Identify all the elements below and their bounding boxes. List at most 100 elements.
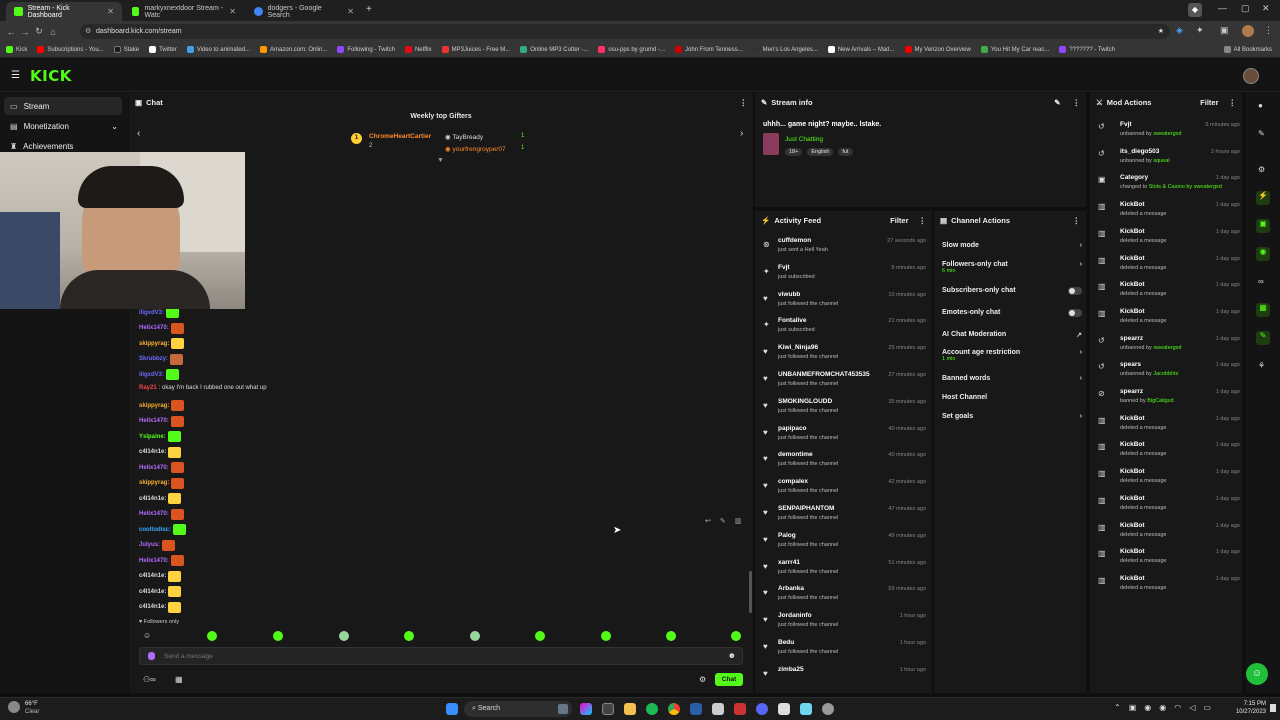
link-icon[interactable]: ∞ (1258, 277, 1264, 286)
mod-action-target[interactable]: KickBot (1120, 441, 1145, 448)
emote-icon[interactable] (404, 631, 414, 641)
gifter-name[interactable]: ◉ yourfrengroyper07 (445, 145, 506, 153)
chat-username[interactable]: iligxdV3: (139, 310, 164, 316)
weather-icon[interactable] (8, 701, 20, 713)
clock-time[interactable]: 7:15 PM (1236, 701, 1266, 707)
chat-username[interactable]: c4l14n1e: (139, 449, 166, 455)
activity-username[interactable]: Arbanka (778, 585, 804, 592)
mod-action-target[interactable]: Fvjt (1120, 121, 1132, 128)
mod-action-target[interactable]: KickBot (1120, 308, 1145, 315)
chat-username[interactable]: Helix1470: (139, 558, 169, 564)
more-options-icon[interactable]: ⋮ (1073, 216, 1081, 225)
mod-action-target[interactable]: spearrz (1120, 335, 1143, 342)
app-icon[interactable] (712, 703, 724, 715)
activity-username[interactable]: Jordaninfo (778, 612, 812, 619)
activity-item[interactable]: ⊗ cuffdemon just sent a Hell Yeah 27 second… (761, 237, 926, 263)
tab-stream-watch[interactable]: markyxnextdoor Stream - Watc ✕ (124, 2, 244, 21)
chat-username[interactable]: skippyrag: (139, 341, 169, 347)
emote-icon[interactable] (666, 631, 676, 641)
close-icon[interactable]: ✕ (229, 7, 236, 16)
share-icon[interactable]: ⚘ (1258, 361, 1265, 370)
app-icon[interactable] (734, 703, 746, 715)
channel-action-item[interactable]: Banned words › (942, 375, 1082, 382)
maximize-icon[interactable]: ▢ (1241, 3, 1250, 14)
bookmark-item[interactable]: New Arrivals – Mad... (827, 46, 895, 53)
chat-username[interactable]: Helix1470: (139, 511, 169, 517)
bookmark-item[interactable]: Subscriptions - You... (37, 46, 104, 53)
chat-input[interactable] (164, 650, 714, 663)
profile-avatar-icon[interactable] (1242, 25, 1254, 37)
support-chat-icon[interactable]: ☺ (1246, 663, 1268, 685)
new-tab-plus-icon[interactable]: + (366, 4, 372, 15)
chat-username[interactable]: Julyus: (139, 542, 160, 548)
emoji-icon[interactable]: ☻ (728, 651, 736, 660)
activity-username[interactable]: compalex (778, 478, 808, 485)
toggle-switch[interactable] (1068, 309, 1082, 317)
activity-item[interactable]: ✦ Fontalive just subscribed 21 minutes ago (761, 317, 926, 343)
bookmark-item[interactable]: ??????? - Twitch (1059, 46, 1115, 53)
back-arrow-icon[interactable]: ← (4, 27, 18, 37)
activity-username[interactable]: Fontalive (778, 317, 807, 324)
filter-button[interactable]: Filter (1200, 98, 1218, 107)
bookmark-item[interactable]: osu-pps by grumd -... (598, 46, 665, 53)
mod-action-target[interactable]: KickBot (1120, 495, 1145, 502)
delete-icon[interactable]: ▥ (735, 517, 742, 525)
gifter-name[interactable]: ◉ TayBready (445, 133, 483, 141)
bookmark-star-icon[interactable]: ★ (1158, 24, 1164, 39)
mod-action-target[interactable]: KickBot (1120, 522, 1145, 529)
all-bookmarks[interactable]: All Bookmarks (1223, 46, 1272, 53)
mod-action-actor[interactable]: Slots & Casino by sweatergxd (1149, 184, 1222, 190)
channel-action-item[interactable]: AI Chat Moderation ↗ (942, 331, 1082, 339)
reload-icon[interactable]: ↻ (32, 26, 46, 37)
mod-action-target[interactable]: KickBot (1120, 281, 1145, 288)
activity-username[interactable]: xarrr41 (778, 559, 800, 566)
bookmark-item[interactable]: Video to animated... (186, 46, 250, 53)
activity-item[interactable]: ♥ SMOKINGLOUDD just followed the channel 35… (761, 398, 926, 424)
chat-tools-icon[interactable]: ⚇∞ (143, 675, 156, 684)
emote-icon[interactable] (535, 631, 545, 641)
calendar-icon[interactable]: ▦ (175, 675, 183, 684)
bookmark-item[interactable]: You Hit My Car reac... (980, 46, 1049, 53)
weather-desc[interactable]: Clear (25, 709, 39, 715)
bookmark-item[interactable]: Online MP3 Cutter -... (520, 46, 588, 53)
emote-icon[interactable] (207, 631, 217, 641)
activity-username[interactable]: Kiwi_Ninja96 (778, 344, 818, 351)
emote-icon[interactable] (470, 631, 480, 641)
activity-item[interactable]: ♥ Arbanka just followed the channel 59 minu… (761, 585, 926, 611)
bookmark-item[interactable]: Following - Twitch (337, 46, 395, 53)
clock-date[interactable]: 10/27/2023 (1230, 709, 1266, 715)
activity-item[interactable]: ♥ viwubb just followed the channel 10 minut… (761, 291, 926, 317)
chat-username[interactable]: skippyrag: (139, 480, 169, 486)
chat-username[interactable]: Helix1470: (139, 418, 169, 424)
mod-action-actor[interactable]: sweatergxd (1153, 131, 1181, 137)
site-info-icon[interactable]: ⚙ (85, 24, 91, 39)
more-options-icon[interactable]: ⋮ (919, 216, 927, 225)
emote-icon[interactable] (601, 631, 611, 641)
gifters-next-arrow-icon[interactable]: › (740, 128, 743, 139)
activity-item[interactable]: ♥ Jordaninfo just followed the channel 1 ho… (761, 612, 926, 638)
mod-action-target[interactable]: KickBot (1120, 575, 1145, 582)
activity-username[interactable]: UNBANMEFROMCHAT453535 (778, 371, 870, 378)
extensions-puzzle-icon[interactable]: ✦ (1196, 25, 1204, 36)
activity-item[interactable]: ♥ xarrr41 just followed the channel 51 minu… (761, 559, 926, 585)
channel-action-item[interactable]: Slow mode › (942, 242, 1082, 249)
channel-action-item[interactable]: Followers-only chat 6 min › (942, 261, 1082, 274)
user-avatar[interactable] (1243, 68, 1259, 84)
channel-action-item[interactable]: Account age restriction 1 min › (942, 349, 1082, 362)
sidepanel-icon[interactable]: ▣ (1220, 25, 1229, 36)
browser-menu-icon[interactable]: ⋮ (1264, 25, 1273, 36)
activity-username[interactable]: viwubb (778, 291, 800, 298)
edit-icon[interactable]: ✎ (1258, 129, 1265, 138)
activity-username[interactable]: Bedu (778, 639, 794, 646)
chat-username[interactable]: iligxdV3: (139, 372, 164, 378)
activity-username[interactable]: SMOKINGLOUDD (778, 398, 832, 405)
bookmark-item[interactable]: Twitter (149, 46, 177, 53)
discord-icon[interactable] (756, 703, 768, 715)
chat-username[interactable]: c4l14n1e: (139, 573, 166, 579)
activity-item[interactable]: ♥ SENPAIPHANTOM just followed the channel 4… (761, 505, 926, 531)
weather-temp[interactable]: 66°F (25, 701, 38, 707)
mod-action-actor[interactable]: sweatergxd (1153, 345, 1181, 351)
bookmark-item[interactable]: Stake (113, 46, 139, 53)
window-close-icon[interactable]: ✕ (1262, 3, 1270, 14)
activity-item[interactable]: ♥ compalex just followed the channel 42 min… (761, 478, 926, 504)
